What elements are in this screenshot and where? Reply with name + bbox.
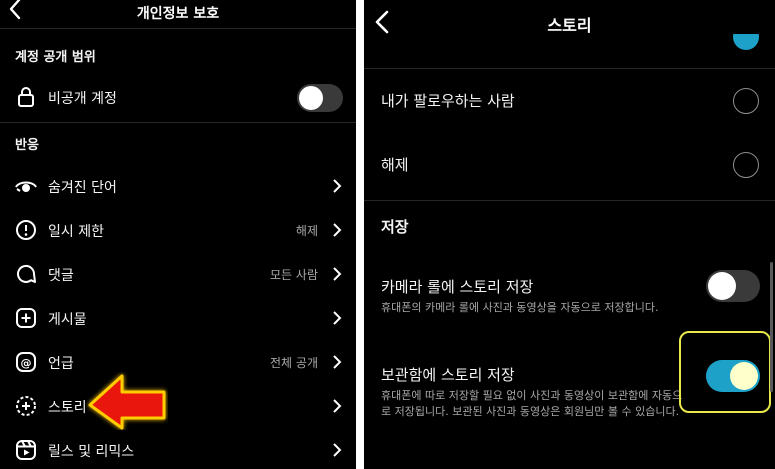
list-item-label: 릴스 및 리믹스	[48, 444, 135, 460]
chevron-right-icon	[333, 179, 342, 193]
account-privacy-section-label: 계정 공개 범위	[15, 50, 96, 65]
header: 스토리	[364, 0, 775, 44]
private-account-row[interactable]: 비공개 계정	[0, 79, 356, 115]
annotation-arrow-icon	[88, 374, 166, 430]
radio-option-label: 해제	[381, 156, 409, 174]
list-item-value: 전체 공개	[270, 356, 318, 370]
toggle-knob	[708, 272, 736, 300]
privacy-settings-screen: 개인정보 보호 계정 공개 범위 비공개 계정 반응 숨겨진 단어 일시 제한	[0, 0, 356, 469]
header: 개인정보 보호	[0, 0, 356, 26]
toggle-knob	[299, 86, 323, 110]
alert-circle-icon	[16, 220, 36, 240]
radio-selected-partial[interactable]	[733, 34, 759, 50]
save-section-label: 저장	[381, 218, 409, 236]
story-plus-icon	[16, 396, 36, 416]
radio-button[interactable]	[733, 152, 759, 178]
page-title: 스토리	[547, 16, 592, 35]
list-item-comments[interactable]: 댓글 모든 사람	[0, 256, 356, 292]
list-item-mentions[interactable]: @ 언급 전체 공개	[0, 344, 356, 380]
list-item-restrict[interactable]: 일시 제한 해제	[0, 212, 356, 248]
plus-square-icon	[16, 308, 36, 328]
list-item-label: 언급	[48, 356, 74, 372]
scrollbar[interactable]	[770, 262, 773, 392]
list-item-label: 숨겨진 단어	[48, 180, 117, 196]
at-icon: @	[16, 352, 36, 372]
radio-option-off[interactable]: 해제	[364, 134, 775, 198]
list-item-value: 해제	[295, 224, 318, 238]
interactions-section-label: 반응	[15, 138, 39, 153]
svg-text:@: @	[21, 357, 32, 370]
chevron-right-icon	[333, 399, 342, 413]
list-item-posts[interactable]: 게시물	[0, 300, 356, 336]
divider	[0, 28, 356, 29]
comment-icon	[17, 265, 36, 283]
lock-icon	[18, 87, 34, 107]
setting-description: 휴대폰의 카메라 롤에 사진과 동영상을 자동으로 저장합니다.	[381, 301, 659, 314]
reels-icon	[16, 440, 36, 460]
setting-description: 휴대폰에 따로 저장할 필요 없이 사진과 동영상이 보관함에 자동으로 저장됩…	[381, 389, 683, 418]
chevron-right-icon	[333, 443, 342, 457]
private-account-toggle[interactable]	[297, 84, 343, 112]
list-item-label: 게시물	[48, 312, 87, 328]
divider	[0, 122, 356, 123]
list-item-story[interactable]: 스토리	[0, 388, 356, 424]
eye-icon	[15, 181, 37, 192]
chevron-right-icon	[333, 355, 342, 369]
annotation-highlight-box	[679, 331, 771, 413]
list-item-hidden-words[interactable]: 숨겨진 단어	[0, 168, 356, 204]
page-title: 개인정보 보호	[136, 6, 220, 22]
radio-button[interactable]	[733, 88, 759, 114]
list-item-reels-remix[interactable]: 릴스 및 리믹스	[0, 432, 356, 468]
chevron-right-icon	[333, 311, 342, 325]
camera-roll-toggle[interactable]	[706, 270, 760, 302]
save-to-camera-roll-row[interactable]: 카메라 롤에 스토리 저장 휴대폰의 카메라 롤에 사진과 동영상을 자동으로 …	[364, 262, 775, 322]
chevron-right-icon	[333, 267, 342, 281]
story-settings-screen: 스토리 내가 팔로우하는 사람 해제 저장 카메라 롤에 스토리 저장 휴대폰의…	[364, 0, 775, 469]
list-item-label: 스토리	[48, 400, 87, 416]
divider	[364, 200, 775, 201]
list-item-value: 모든 사람	[270, 268, 318, 282]
setting-label: 보관함에 스토리 저장	[381, 366, 515, 384]
radio-option-label: 내가 팔로우하는 사람	[381, 92, 515, 110]
chevron-right-icon	[333, 223, 342, 237]
setting-label: 카메라 롤에 스토리 저장	[381, 278, 534, 296]
private-account-label: 비공개 계정	[48, 91, 117, 107]
list-item-label: 댓글	[48, 268, 74, 284]
divider	[364, 68, 775, 69]
list-item-label: 일시 제한	[48, 224, 104, 240]
radio-option-following[interactable]: 내가 팔로우하는 사람	[364, 70, 775, 134]
